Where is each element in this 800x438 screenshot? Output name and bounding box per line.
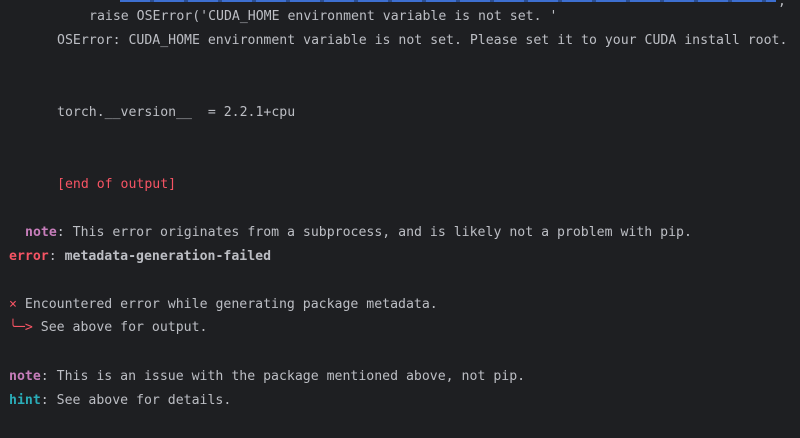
note-package: note: This is an issue with the package …: [9, 368, 525, 386]
hint-text: : See above for details.: [40, 393, 232, 408]
note-text-2: : This is an issue with the package ment…: [40, 369, 526, 384]
note-text: : This error originates from a subproces…: [56, 225, 692, 240]
arrow-icon: ╰─>: [9, 320, 33, 335]
error-label: error: [9, 249, 49, 264]
note-label-2: note: [9, 369, 41, 384]
trailing-char: ,: [778, 0, 786, 9]
link-underline: [120, 0, 776, 2]
error-line: error: metadata-generation-failed: [9, 248, 271, 266]
oserror-line: OSError: CUDA_HOME environment variable …: [57, 33, 788, 48]
end-of-output: [end of output]: [57, 177, 177, 192]
note-label: note: [25, 225, 57, 240]
hint-label: hint: [9, 393, 41, 408]
encountered-text: Encountered error while generating packa…: [16, 297, 438, 312]
encountered-line: × Encountered error while generating pac…: [9, 296, 438, 314]
see-above-text: See above for output.: [32, 320, 208, 335]
hint-line: hint: See above for details.: [9, 392, 231, 410]
raise-line: raise OSError('CUDA_HOME environment var…: [89, 9, 558, 24]
cross-icon: ×: [9, 297, 17, 312]
error-sep: :: [48, 249, 65, 264]
see-above-line: ╰─> See above for output.: [9, 319, 208, 337]
terminal-output: , raise OSError('CUDA_HOME environment v…: [0, 0, 800, 438]
torch-version-line: torch.__version__ = 2.2.1+cpu: [57, 105, 296, 120]
note-subprocess: note: This error originates from a subpr…: [25, 224, 692, 242]
error-code: metadata-generation-failed: [64, 249, 272, 264]
